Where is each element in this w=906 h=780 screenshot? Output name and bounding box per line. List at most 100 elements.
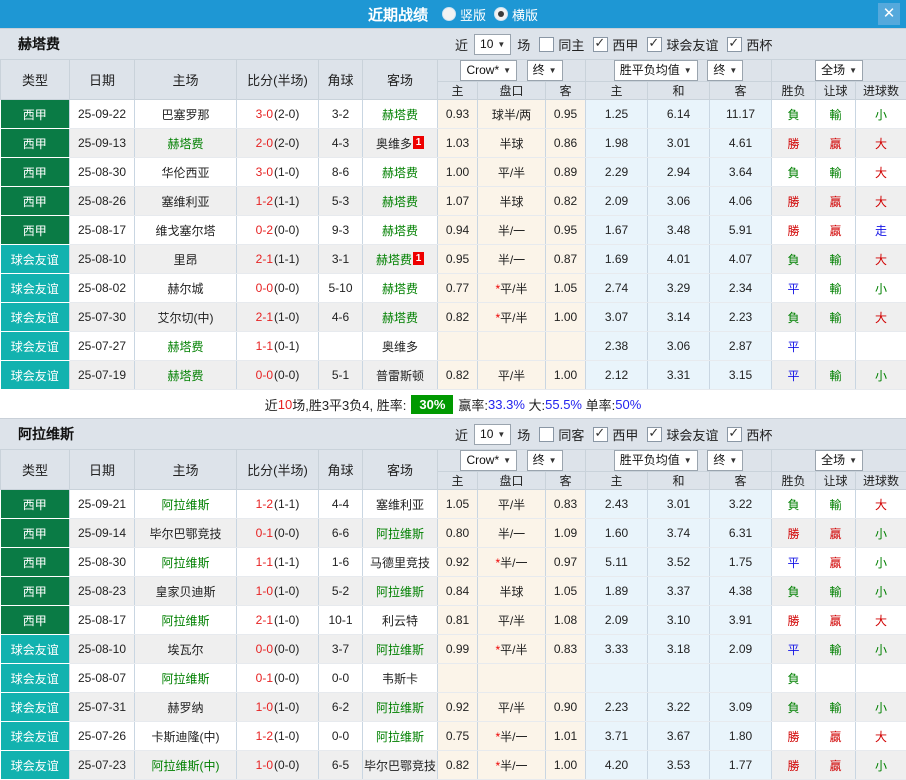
same-venue-checkbox[interactable] [539, 427, 554, 442]
eu-home-odds-cell: 2.12 [586, 361, 648, 390]
league-label-friendly[interactable]: 球会友谊 [666, 425, 718, 444]
odds-stage-select-1[interactable]: 终▼ [527, 450, 563, 471]
handicap-line-cell: 半/一 [478, 519, 546, 548]
scope-group-header: 全场▼ [772, 450, 906, 472]
away-team-name: 赫塔费 [382, 166, 418, 180]
match-row: 球会友谊 25-07-19 赫塔费 0-0(0-0) 5-1 普雷斯顿 0.82… [1, 361, 906, 390]
vertical-layout-label[interactable]: 竖版 [460, 5, 486, 24]
league-checkbox-cup[interactable] [727, 37, 742, 52]
match-type-cell: 西甲 [1, 129, 70, 158]
score-cell: 1-2(1-1) [237, 490, 319, 519]
crow-away-odds-cell: 1.09 [546, 519, 586, 548]
crow-group-header: Crow*▼ 终▼ [438, 60, 586, 82]
league-checkbox-laliga[interactable] [593, 427, 608, 442]
col-header-score: 比分(半场) [237, 60, 319, 100]
result-cell: 勝 [772, 606, 816, 635]
match-type-cell: 球会友谊 [1, 303, 70, 332]
same-venue-label[interactable]: 同主 [558, 35, 584, 54]
bookmaker-select[interactable]: Crow*▼ [460, 60, 517, 81]
away-team-cell: 赫塔费 [363, 158, 438, 187]
crow-home-odds-cell [438, 664, 478, 693]
crow-home-odds-cell: 0.94 [438, 216, 478, 245]
league-label-laliga[interactable]: 西甲 [612, 425, 638, 444]
result-cell: 勝 [772, 187, 816, 216]
scope-select[interactable]: 全场▼ [815, 60, 863, 81]
vertical-layout-radio[interactable] [442, 7, 456, 21]
away-team-cell: 赫塔费1 [363, 245, 438, 274]
corners-cell [319, 332, 363, 361]
crow-home-odds-cell: 0.77 [438, 274, 478, 303]
eu-home-odds-cell: 1.69 [586, 245, 648, 274]
horizontal-layout-radio[interactable] [494, 7, 508, 21]
eu-home-odds-cell: 5.11 [586, 548, 648, 577]
date-cell: 25-07-27 [70, 332, 135, 361]
goals-result-cell: 小 [856, 548, 906, 577]
handicap-line-cell [478, 332, 546, 361]
bookmaker-select[interactable]: Crow*▼ [460, 450, 517, 471]
close-icon[interactable]: ✕ [878, 3, 900, 25]
same-venue-checkbox[interactable] [539, 37, 554, 52]
games-count-select[interactable]: 10▼ [474, 34, 511, 55]
eu-home-odds-cell [586, 664, 648, 693]
away-team-cell: 阿拉维斯 [363, 635, 438, 664]
home-team-cell: 塞维利亚 [135, 187, 237, 216]
halftime-score: (1-1) [274, 194, 299, 208]
goals-result-cell: 走 [856, 216, 906, 245]
odds-stage-select-2[interactable]: 终▼ [707, 450, 743, 471]
eu-away-odds-cell: 3.15 [710, 361, 772, 390]
avg-odds-select[interactable]: 胜平负均值▼ [614, 60, 698, 81]
league-label-laliga[interactable]: 西甲 [612, 35, 638, 54]
home-team-name: 皇家贝迪斯 [155, 585, 215, 599]
corners-cell: 6-5 [319, 751, 363, 780]
col-header-away: 客场 [363, 60, 438, 100]
match-row: 西甲 25-08-26 塞维利亚 1-2(1-1) 5-3 赫塔费 1.07 半… [1, 187, 906, 216]
match-type-cell: 球会友谊 [1, 332, 70, 361]
date-cell: 25-08-07 [70, 664, 135, 693]
handicap-line: 平/半 [500, 311, 527, 325]
score-cell: 1-2(1-1) [237, 187, 319, 216]
eu-home-odds-cell: 2.29 [586, 158, 648, 187]
home-team-cell: 艾尔切(中) [135, 303, 237, 332]
crow-home-odds-cell: 0.75 [438, 722, 478, 751]
eu-home-odds-cell: 3.07 [586, 303, 648, 332]
match-row: 球会友谊 25-08-02 赫尔城 0-0(0-0) 5-10 赫塔费 0.77… [1, 274, 906, 303]
eu-home-odds-cell: 1.25 [586, 100, 648, 129]
corners-cell: 0-0 [319, 722, 363, 751]
date-cell: 25-08-30 [70, 158, 135, 187]
handicap-result-cell: 輸 [816, 577, 856, 606]
date-cell: 25-08-10 [70, 245, 135, 274]
league-label-cup[interactable]: 西杯 [746, 425, 772, 444]
league-label-cup[interactable]: 西杯 [746, 35, 772, 54]
league-checkbox-cup[interactable] [727, 427, 742, 442]
horizontal-layout-label[interactable]: 横版 [512, 5, 538, 24]
scope-select[interactable]: 全场▼ [815, 450, 863, 471]
score-cell: 2-1(1-1) [237, 245, 319, 274]
date-cell: 25-09-22 [70, 100, 135, 129]
halftime-score: (1-0) [274, 165, 299, 179]
league-checkbox-friendly[interactable] [647, 427, 662, 442]
league-checkbox-friendly[interactable] [647, 37, 662, 52]
home-team-cell: 毕尔巴鄂竞技 [135, 519, 237, 548]
score-cell: 0-0(0-0) [237, 274, 319, 303]
handicap-result-cell: 贏 [816, 751, 856, 780]
match-type-cell: 球会友谊 [1, 361, 70, 390]
odds-stage-select-2[interactable]: 终▼ [707, 60, 743, 81]
away-team-cell: 阿拉维斯 [363, 577, 438, 606]
goals-result-cell: 小 [856, 577, 906, 606]
away-team-name: 赫塔费 [382, 224, 418, 238]
crow-home-odds-cell: 1.05 [438, 490, 478, 519]
games-count-select[interactable]: 10▼ [474, 424, 511, 445]
away-team-name: 马德里竞技 [370, 556, 430, 570]
home-team-name: 赫罗纳 [167, 701, 203, 715]
odds-stage-select-1[interactable]: 终▼ [527, 60, 563, 81]
goals-result-cell: 大 [856, 490, 906, 519]
same-venue-label[interactable]: 同客 [558, 425, 584, 444]
avg-odds-select[interactable]: 胜平负均值▼ [614, 450, 698, 471]
eu-away-odds-cell [710, 664, 772, 693]
league-label-friendly[interactable]: 球会友谊 [666, 35, 718, 54]
away-rank-badge: 1 [413, 252, 424, 265]
league-checkbox-laliga[interactable] [593, 37, 608, 52]
crow-away-odds-cell: 1.05 [546, 577, 586, 606]
eu-away-odds-cell: 4.07 [710, 245, 772, 274]
away-team-name: 阿拉维斯 [376, 701, 424, 715]
